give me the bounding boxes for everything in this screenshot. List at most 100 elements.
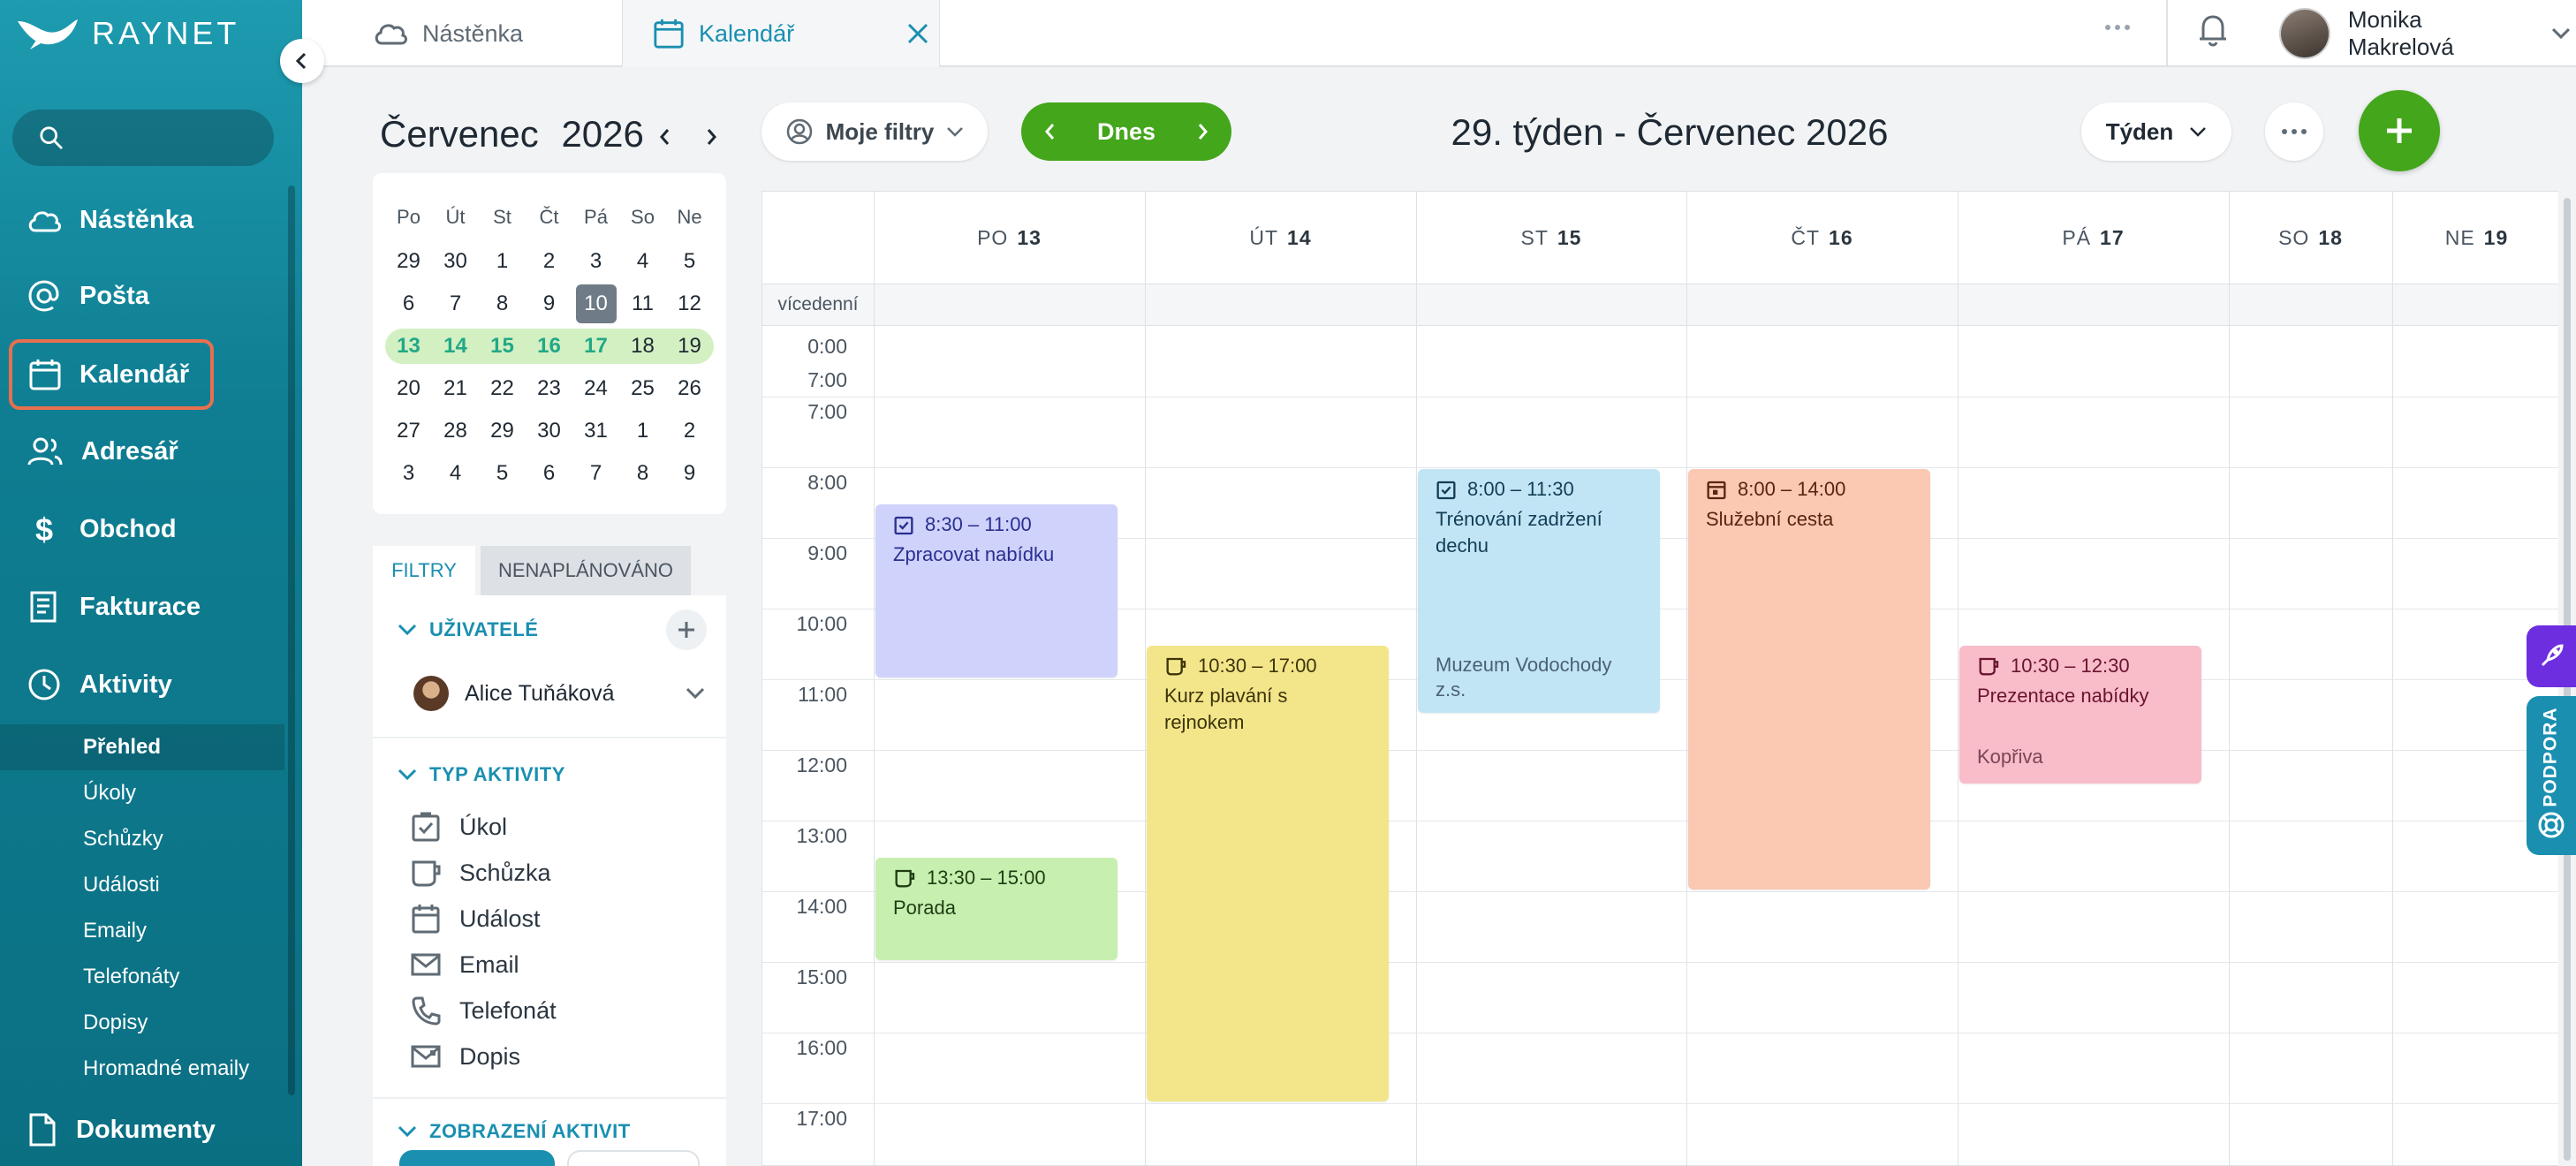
event-kurz-plavani[interactable]: 10:30 – 17:00 Kurz plavání s rejnokem: [1147, 646, 1389, 1102]
day-cell[interactable]: 9: [526, 283, 572, 325]
day-cell[interactable]: 17: [572, 325, 619, 367]
display-section-header[interactable]: ZOBRAZENÍ AKTIVIT: [398, 1120, 631, 1143]
tab-nastenka[interactable]: Nástěnka: [302, 0, 620, 67]
day-cell[interactable]: 14: [432, 325, 479, 367]
collapse-sidebar-button[interactable]: [280, 39, 324, 83]
user-menu[interactable]: Monika Makrelová: [2279, 0, 2571, 67]
day-cell[interactable]: 8: [479, 283, 526, 325]
day-cell[interactable]: 4: [619, 240, 666, 283]
day-cell[interactable]: 22: [479, 367, 526, 410]
add-activity-button[interactable]: [2359, 90, 2440, 171]
sub-dopisy[interactable]: Dopisy: [0, 1000, 284, 1046]
day-cell[interactable]: 26: [666, 367, 713, 410]
my-filters-button[interactable]: Moje filtry: [761, 102, 988, 161]
apply-button[interactable]: [399, 1150, 555, 1166]
activity-type-ukol[interactable]: Úkol: [410, 811, 507, 843]
day-cell[interactable]: 20: [385, 367, 432, 410]
logo[interactable]: RAYNET: [16, 12, 272, 55]
multiday-row[interactable]: [762, 284, 2559, 326]
sub-hromadne-emaily[interactable]: Hromadné emaily: [0, 1046, 284, 1092]
day-cell[interactable]: 31: [572, 410, 619, 452]
activity-type-section-header[interactable]: TYP AKTIVITY: [398, 763, 565, 786]
day-cell[interactable]: 12: [666, 283, 713, 325]
sub-prehled[interactable]: Přehled: [0, 724, 284, 770]
close-icon[interactable]: [905, 21, 930, 46]
nav-fakturace[interactable]: Fakturace: [12, 574, 277, 640]
more-tabs-icon[interactable]: [2104, 23, 2131, 32]
day-cell[interactable]: 2: [666, 410, 713, 452]
tab-filters[interactable]: FILTRY: [373, 546, 475, 595]
reset-button[interactable]: [567, 1150, 700, 1166]
nav-aktivity[interactable]: Aktivity: [12, 652, 277, 717]
sub-telefonaty[interactable]: Telefonáty: [0, 954, 284, 1000]
day-cell[interactable]: 3: [572, 240, 619, 283]
sub-ukoly[interactable]: Úkoly: [0, 770, 284, 816]
day-cell[interactable]: 8: [619, 452, 666, 495]
tab-unplanned[interactable]: NENAPLÁNOVÁNO: [481, 546, 691, 595]
day-cell[interactable]: 6: [385, 283, 432, 325]
nav-posta[interactable]: Pošta: [12, 263, 277, 329]
today-button[interactable]: Dnes: [1097, 118, 1155, 146]
activity-type-dopis[interactable]: Dopis: [410, 1041, 520, 1072]
chevron-right-icon[interactable]: [1194, 122, 1210, 141]
support-widget-secondary[interactable]: [2527, 625, 2576, 687]
day-cell[interactable]: 2: [526, 240, 572, 283]
sub-emaily[interactable]: Emaily: [0, 908, 284, 954]
sub-schuzky[interactable]: Schůzky: [0, 816, 284, 862]
support-widget[interactable]: PODPORA: [2527, 696, 2576, 855]
day-cell[interactable]: 15: [479, 325, 526, 367]
day-cell[interactable]: 7: [572, 452, 619, 495]
day-cell[interactable]: 21: [432, 367, 479, 410]
nav-dokumenty[interactable]: Dokumenty: [12, 1097, 277, 1162]
activity-type-email[interactable]: Email: [410, 949, 519, 980]
day-cell[interactable]: 9: [666, 452, 713, 495]
search-input[interactable]: [80, 124, 274, 152]
add-user-button[interactable]: [666, 610, 707, 650]
event-zpracovat-nabidku[interactable]: 8:30 – 11:00 Zpracovat nabídku: [875, 504, 1118, 678]
day-header-thu[interactable]: ČT 16: [1686, 192, 1958, 284]
day-cell[interactable]: 5: [479, 452, 526, 495]
day-header-mon[interactable]: PO 13: [874, 192, 1145, 284]
more-options-button[interactable]: [2265, 102, 2323, 161]
activity-type-telefonat[interactable]: Telefonát: [410, 995, 557, 1026]
search-box[interactable]: [12, 110, 274, 166]
day-cell[interactable]: 29: [479, 410, 526, 452]
day-cell[interactable]: 24: [572, 367, 619, 410]
nav-nastenka[interactable]: Nástěnka: [12, 187, 277, 253]
sidebar-scrollbar[interactable]: [288, 186, 295, 1095]
day-cell[interactable]: 1: [479, 240, 526, 283]
day-cell[interactable]: 11: [619, 283, 666, 325]
event-porada[interactable]: 13:30 – 15:00 Porada: [875, 858, 1118, 960]
day-header-wed[interactable]: ST 15: [1416, 192, 1686, 284]
day-header-fri[interactable]: PÁ 17: [1958, 192, 2229, 284]
day-cell[interactable]: 27: [385, 410, 432, 452]
view-select[interactable]: Týden: [2081, 102, 2231, 161]
day-cell[interactable]: 23: [526, 367, 572, 410]
day-cell[interactable]: 30: [432, 240, 479, 283]
user-select[interactable]: Alice Tuňáková: [413, 671, 705, 716]
day-cell-today[interactable]: 10: [572, 283, 619, 325]
prev-month-button[interactable]: [654, 125, 677, 148]
day-cell[interactable]: 3: [385, 452, 432, 495]
tab-kalendar[interactable]: Kalendář: [622, 0, 940, 67]
nav-kalendar[interactable]: Kalendář: [9, 339, 214, 410]
day-cell[interactable]: 6: [526, 452, 572, 495]
day-cell[interactable]: 29: [385, 240, 432, 283]
event-prezentace-nabidky[interactable]: 10:30 – 12:30 Prezentace nabídky Kopřiva: [1959, 646, 2201, 784]
day-cell[interactable]: 18: [619, 325, 666, 367]
day-cell[interactable]: 16: [526, 325, 572, 367]
bell-icon[interactable]: [2198, 12, 2228, 48]
day-cell[interactable]: 5: [666, 240, 713, 283]
nav-obchod[interactable]: $ Obchod: [12, 496, 277, 562]
event-treninky-dechu[interactable]: 8:00 – 11:30 Trénování zadržení dechu Mu…: [1418, 469, 1660, 713]
next-month-button[interactable]: [700, 125, 723, 148]
day-cell[interactable]: 25: [619, 367, 666, 410]
sub-udalosti[interactable]: Události: [0, 862, 284, 908]
activity-type-schuzka[interactable]: Schůzka: [410, 857, 551, 889]
day-header-tue[interactable]: ÚT 14: [1145, 192, 1416, 284]
nav-adresar[interactable]: Adresář: [12, 419, 277, 484]
chevron-left-icon[interactable]: [1042, 122, 1058, 141]
day-header-sun[interactable]: NE 19: [2392, 192, 2559, 284]
users-section-header[interactable]: UŽIVATELÉ: [398, 618, 538, 641]
day-cell[interactable]: 13: [385, 325, 432, 367]
